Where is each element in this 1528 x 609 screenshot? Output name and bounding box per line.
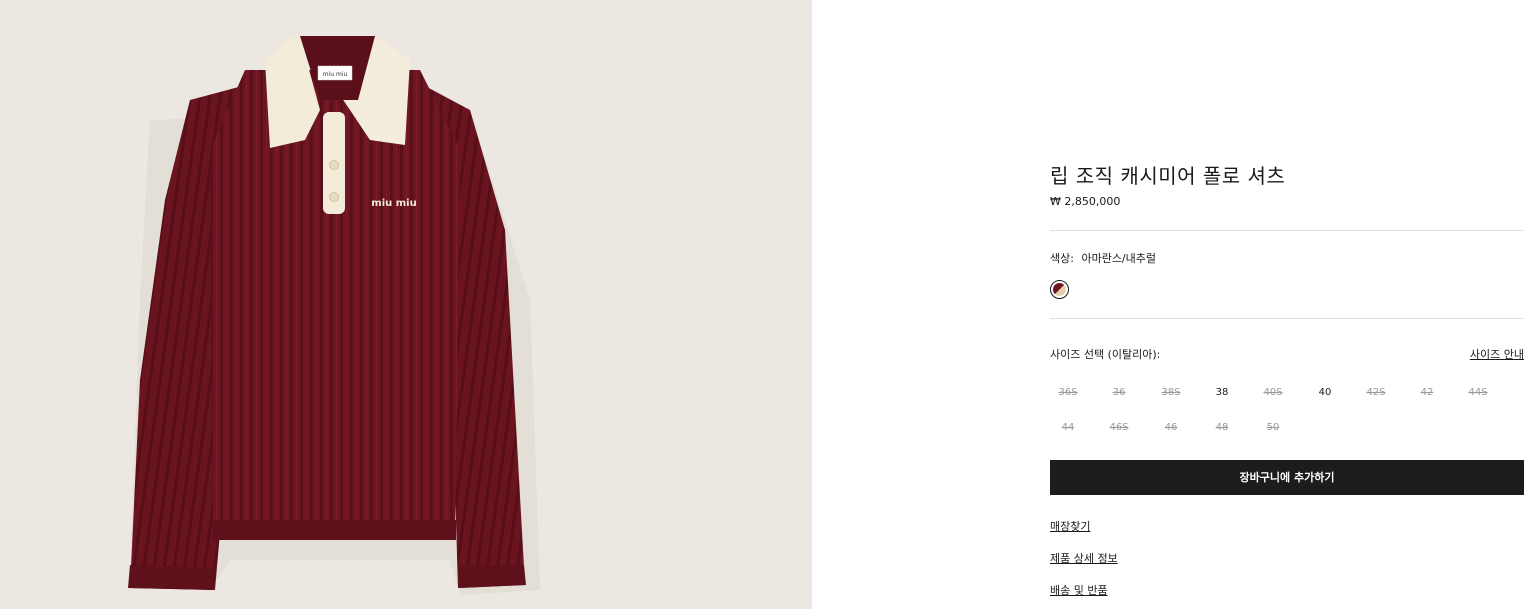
color-selector-label: 색상: 아마란스/내추럴 bbox=[1050, 250, 1156, 266]
color-label: 색상: bbox=[1050, 252, 1074, 265]
size-option[interactable]: 36 bbox=[1101, 382, 1137, 404]
size-guide-link[interactable]: 사이즈 안내 bbox=[1470, 346, 1524, 362]
size-option[interactable]: 40S bbox=[1255, 382, 1291, 404]
size-option[interactable]: 46 bbox=[1153, 417, 1189, 439]
sweater-illustration: miu miu miu miu bbox=[128, 36, 540, 595]
divider bbox=[1050, 230, 1524, 231]
swatch-fill bbox=[1053, 283, 1066, 296]
size-option[interactable]: 44 bbox=[1050, 417, 1086, 439]
product-info-panel: 립 조직 캐시미어 폴로 셔츠 ₩ 2,850,000 색상: 아마란스/내추럴… bbox=[1050, 0, 1524, 609]
size-option[interactable]: 46S bbox=[1101, 417, 1137, 439]
store-locator-link[interactable]: 매장찾기 bbox=[1050, 518, 1090, 534]
color-swatch-amaranth-natural[interactable] bbox=[1050, 280, 1069, 299]
size-option[interactable]: 38S bbox=[1153, 382, 1189, 404]
product-price: ₩ 2,850,000 bbox=[1050, 195, 1121, 208]
label-brand-text: miu miu bbox=[323, 71, 348, 78]
product-image[interactable]: miu miu miu miu bbox=[0, 0, 812, 609]
embroidered-logo: miu miu bbox=[371, 198, 416, 209]
product-details-link[interactable]: 제품 상세 정보 bbox=[1050, 550, 1118, 566]
divider bbox=[1050, 318, 1524, 319]
size-option[interactable]: 42S bbox=[1358, 382, 1394, 404]
color-value: 아마란스/내추럴 bbox=[1081, 252, 1156, 265]
size-option[interactable]: 40 bbox=[1307, 382, 1343, 404]
add-to-cart-button[interactable]: 장바구니에 추가하기 bbox=[1050, 460, 1524, 495]
size-option[interactable]: 50 bbox=[1255, 417, 1291, 439]
size-option[interactable]: 38 bbox=[1204, 382, 1240, 404]
size-option[interactable]: 44S bbox=[1460, 382, 1496, 404]
product-title: 립 조직 캐시미어 폴로 셔츠 bbox=[1050, 164, 1286, 188]
size-selector-label: 사이즈 선택 (이탈리아): bbox=[1050, 348, 1161, 361]
shipping-returns-link[interactable]: 배송 및 반품 bbox=[1050, 582, 1108, 598]
size-option[interactable]: 42 bbox=[1409, 382, 1445, 404]
size-option[interactable]: 48 bbox=[1204, 417, 1240, 439]
size-option[interactable]: 36S bbox=[1050, 382, 1086, 404]
